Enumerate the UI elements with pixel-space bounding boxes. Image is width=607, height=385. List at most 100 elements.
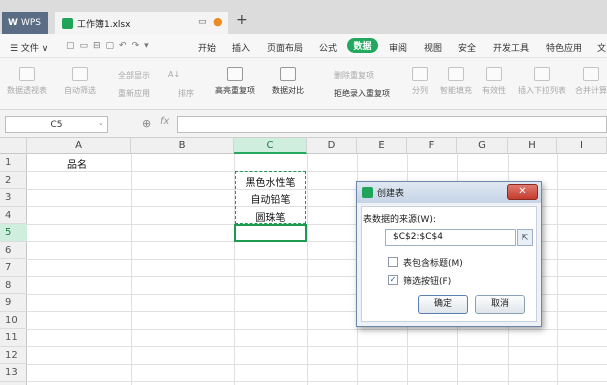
chevron-down-icon[interactable]: ⌄: [98, 119, 104, 127]
row-header-5[interactable]: 5: [0, 224, 27, 242]
quick-access-icons[interactable]: ▢▭⊟▢↶↷▾: [66, 41, 154, 51]
fx-icon[interactable]: fx: [160, 116, 169, 127]
column-headers: A B C D E F G H I: [0, 138, 607, 154]
menu-data[interactable]: 数据: [347, 38, 378, 53]
validity-button[interactable]: 有效性: [482, 67, 506, 96]
autofilter-button[interactable]: 自动筛选: [64, 67, 96, 96]
menu-security[interactable]: 安全: [458, 41, 476, 54]
column-header-e[interactable]: E: [357, 138, 407, 154]
menu-home[interactable]: 开始: [198, 41, 216, 54]
column-header-b[interactable]: B: [131, 138, 234, 154]
grid-line: [27, 171, 607, 172]
row-header-10[interactable]: 10: [0, 312, 27, 329]
column-header-d[interactable]: D: [307, 138, 357, 154]
highlight-duplicates-button[interactable]: 高亮重复项: [215, 67, 255, 96]
filter-icon: [72, 67, 88, 81]
name-box[interactable]: C5: [5, 116, 108, 133]
sort-ascending-icon[interactable]: A↓: [168, 70, 180, 79]
row-header-11[interactable]: 11: [0, 329, 27, 347]
data-compare-icon: [280, 67, 296, 81]
zoom-icon[interactable]: ⊕: [142, 117, 151, 130]
document-tab-label: 工作簿1.xlsx: [77, 19, 131, 30]
grid-line: [27, 364, 607, 365]
data-compare-button[interactable]: 数据对比: [272, 67, 304, 96]
split-column-icon: [412, 67, 428, 81]
range-select-icon[interactable]: ⇱: [517, 229, 533, 246]
row-header-1[interactable]: 1: [0, 154, 27, 172]
column-header-i[interactable]: I: [557, 138, 607, 154]
show-all-button[interactable]: 全部显示: [118, 70, 150, 81]
create-table-dialog: 创建表 ✕ 表数据的来源(W): $C$2:$C$4 ⇱ 表包含标题(M) ✓ …: [356, 181, 542, 327]
insert-dropdown-icon: [534, 67, 550, 81]
sort-button[interactable]: 排序: [178, 88, 194, 99]
row-header-3[interactable]: 3: [0, 189, 27, 207]
spreadsheet-icon: [62, 17, 73, 29]
menu-formula[interactable]: 公式: [319, 41, 337, 54]
row-header-7[interactable]: 7: [0, 259, 27, 277]
insert-dropdown-button[interactable]: 插入下拉列表: [518, 67, 566, 96]
dialog-title: 创建表: [377, 189, 405, 199]
tab-menu-icon[interactable]: ▭: [198, 17, 207, 27]
ok-button[interactable]: 确定: [418, 295, 468, 314]
row-headers: 1 2 3 4 5 6 7 8 9 10 11 12 13: [0, 154, 27, 385]
wps-home-tab[interactable]: W WPS: [2, 12, 48, 34]
row-header-6[interactable]: 6: [0, 242, 27, 259]
close-button[interactable]: ✕: [507, 184, 538, 200]
active-cell-c5[interactable]: [234, 224, 307, 242]
menu-insert[interactable]: 插入: [232, 41, 250, 54]
wps-logo-icon: W: [8, 18, 18, 28]
menu-bar: ☰ 文件 ∨ ▢▭⊟▢↶↷▾ 开始 插入 页面布局 公式 数据 审阅 视图 安全…: [0, 34, 607, 58]
grid-line: [27, 346, 607, 347]
row-header-13[interactable]: 13: [0, 364, 27, 382]
merge-calc-icon: [583, 67, 599, 81]
row-header-8[interactable]: 8: [0, 277, 27, 294]
pivot-table-button[interactable]: 数据透视表: [7, 67, 47, 96]
menu-more[interactable]: 文: [597, 41, 606, 54]
has-header-checkbox[interactable]: [388, 257, 398, 267]
row-header-2[interactable]: 2: [0, 172, 27, 189]
delete-duplicates-button[interactable]: 删除重复项: [334, 70, 374, 81]
column-header-c[interactable]: C: [234, 138, 307, 154]
pivot-table-icon: [19, 67, 35, 81]
column-header-h[interactable]: H: [508, 138, 557, 154]
reapply-button[interactable]: 重新应用: [118, 88, 150, 99]
dialog-body: 表数据的来源(W): $C$2:$C$4 ⇱ 表包含标题(M) ✓ 筛选按钮(F…: [361, 206, 537, 322]
column-header-g[interactable]: G: [457, 138, 508, 154]
menu-developer[interactable]: 开发工具: [493, 41, 529, 54]
row-header-9[interactable]: 9: [0, 294, 27, 312]
cell-a1[interactable]: 品名: [67, 156, 87, 171]
filter-button-label: 筛选按钮(F): [403, 277, 452, 287]
cancel-button[interactable]: 取消: [475, 295, 525, 314]
grid-line: [27, 381, 607, 382]
formula-input[interactable]: [177, 116, 607, 133]
source-range-input[interactable]: $C$2:$C$4: [385, 229, 516, 246]
document-tab[interactable]: 工作簿1.xlsx ▭ ●: [55, 12, 228, 34]
smart-fill-button[interactable]: 智能填充: [440, 67, 472, 96]
row-header-12[interactable]: 12: [0, 347, 27, 364]
source-label: 表数据的来源(W):: [363, 215, 436, 225]
formula-bar: C5 ⌄ ⊕ fx: [0, 110, 607, 138]
smart-fill-icon: [448, 67, 464, 81]
menu-file[interactable]: ☰ 文件 ∨: [10, 41, 48, 54]
column-header-a[interactable]: A: [27, 138, 131, 154]
new-tab-button[interactable]: +: [236, 12, 248, 28]
wps-tab-label: WPS: [20, 18, 41, 28]
menu-page-layout[interactable]: 页面布局: [267, 41, 303, 54]
merge-calc-button[interactable]: 合并计算: [575, 67, 607, 96]
dialog-title-bar[interactable]: 创建表 ✕: [357, 182, 541, 203]
split-column-button[interactable]: 分列: [412, 67, 428, 96]
select-all-corner[interactable]: [0, 138, 27, 154]
menu-view[interactable]: 视图: [424, 41, 442, 54]
spreadsheet-icon: [362, 187, 373, 198]
row-header-4[interactable]: 4: [0, 207, 27, 224]
unsaved-dot-icon: ●: [213, 15, 223, 28]
column-header-f[interactable]: F: [407, 138, 457, 154]
highlight-duplicates-icon: [227, 67, 243, 81]
menu-review[interactable]: 审阅: [389, 41, 407, 54]
menu-special[interactable]: 特色应用: [546, 41, 582, 54]
reject-duplicates-button[interactable]: 拒绝录入重复项: [334, 88, 390, 99]
filter-button-checkbox[interactable]: ✓: [388, 275, 398, 285]
ribbon: 数据透视表 自动筛选 全部显示 重新应用 A↓ 排序 高亮重复项 数据对比 删除…: [0, 58, 607, 110]
has-header-label: 表包含标题(M): [403, 259, 463, 269]
copy-marquee: [235, 171, 306, 224]
